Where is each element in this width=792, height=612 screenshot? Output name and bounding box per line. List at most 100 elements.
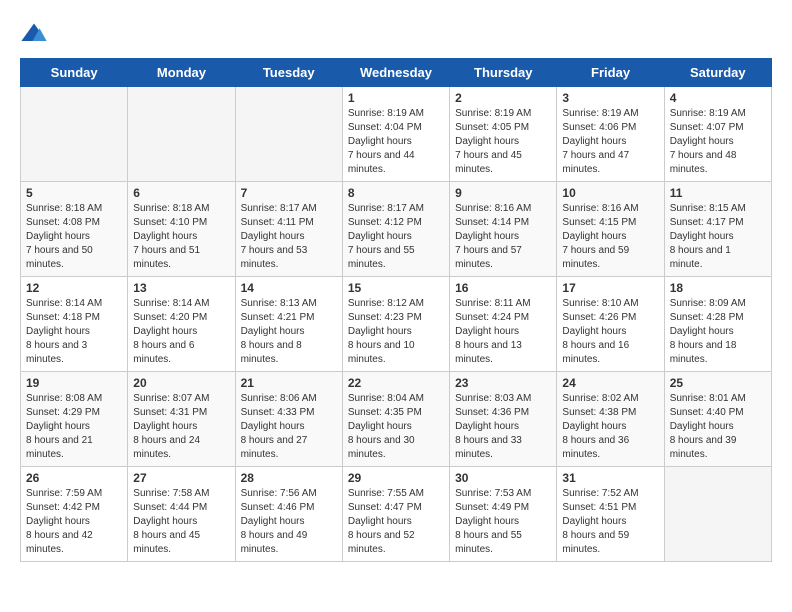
day-info: Sunrise: 8:18 AMSunset: 4:08 PMDaylight … xyxy=(26,202,122,272)
day-number: 14 xyxy=(241,281,337,295)
day-info: Sunrise: 8:15 AMSunset: 4:17 PMDaylight … xyxy=(670,202,766,272)
day-number: 12 xyxy=(26,281,122,295)
day-info: Sunrise: 8:18 AMSunset: 4:10 PMDaylight … xyxy=(133,202,229,272)
calendar-cell: 27Sunrise: 7:58 AMSunset: 4:44 PMDayligh… xyxy=(128,467,235,562)
day-number: 9 xyxy=(455,186,551,200)
calendar-week-5: 26 Sunrise: 7:59 AMSunset: 4:42 PMDayligh… xyxy=(21,467,772,562)
day-info: Sunrise: 8:12 AMSunset: 4:23 PMDaylight … xyxy=(348,297,444,367)
calendar-cell: 2 Sunrise: 8:19 AMSunset: 4:05 PMDaylight… xyxy=(450,87,557,182)
weekday-header-thursday: Thursday xyxy=(450,59,557,87)
calendar-cell: 14 Sunrise: 8:13 AMSunset: 4:21 PMDayligh… xyxy=(235,277,342,372)
day-number: 4 xyxy=(670,91,766,105)
calendar-cell xyxy=(664,467,771,562)
weekday-header-sunday: Sunday xyxy=(21,59,128,87)
calendar-cell: 16Sunrise: 8:11 AMSunset: 4:24 PMDayligh… xyxy=(450,277,557,372)
day-number: 31 xyxy=(562,471,658,485)
day-info: Sunrise: 8:19 AMSunset: 4:07 PMDaylight … xyxy=(670,107,766,177)
calendar-week-3: 12 Sunrise: 8:14 AMSunset: 4:18 PMDayligh… xyxy=(21,277,772,372)
day-info: Sunrise: 8:17 AMSunset: 4:11 PMDaylight … xyxy=(241,202,337,272)
day-info: Sunrise: 8:02 AMSunset: 4:38 PMDaylight … xyxy=(562,392,658,462)
calendar-week-2: 5 Sunrise: 8:18 AMSunset: 4:08 PMDaylight… xyxy=(21,182,772,277)
day-info: Sunrise: 8:10 AMSunset: 4:26 PMDaylight … xyxy=(562,297,658,367)
day-info: Sunrise: 8:14 AMSunset: 4:18 PMDaylight … xyxy=(26,297,122,367)
day-info: Sunrise: 8:17 AMSunset: 4:12 PMDaylight … xyxy=(348,202,444,272)
logo-icon xyxy=(20,20,48,48)
day-info: Sunrise: 8:09 AMSunset: 4:28 PMDaylight … xyxy=(670,297,766,367)
day-number: 3 xyxy=(562,91,658,105)
day-number: 28 xyxy=(241,471,337,485)
day-number: 25 xyxy=(670,376,766,390)
logo xyxy=(20,20,52,48)
page-header xyxy=(20,20,772,48)
weekday-header-saturday: Saturday xyxy=(664,59,771,87)
weekday-header-tuesday: Tuesday xyxy=(235,59,342,87)
calendar-cell xyxy=(21,87,128,182)
calendar-cell: 23Sunrise: 8:03 AMSunset: 4:36 PMDayligh… xyxy=(450,372,557,467)
calendar-cell: 17 Sunrise: 8:10 AMSunset: 4:26 PMDayligh… xyxy=(557,277,664,372)
calendar-week-4: 19 Sunrise: 8:08 AMSunset: 4:29 PMDayligh… xyxy=(21,372,772,467)
calendar-cell xyxy=(235,87,342,182)
calendar-cell: 18 Sunrise: 8:09 AMSunset: 4:28 PMDayligh… xyxy=(664,277,771,372)
calendar-cell: 3 Sunrise: 8:19 AMSunset: 4:06 PMDaylight… xyxy=(557,87,664,182)
day-number: 20 xyxy=(133,376,229,390)
calendar-cell: 10Sunrise: 8:16 AMSunset: 4:15 PMDayligh… xyxy=(557,182,664,277)
day-number: 8 xyxy=(348,186,444,200)
calendar-cell: 11 Sunrise: 8:15 AMSunset: 4:17 PMDayligh… xyxy=(664,182,771,277)
day-info: Sunrise: 8:06 AMSunset: 4:33 PMDaylight … xyxy=(241,392,337,462)
day-number: 26 xyxy=(26,471,122,485)
day-number: 13 xyxy=(133,281,229,295)
day-info: Sunrise: 7:56 AMSunset: 4:46 PMDaylight … xyxy=(241,487,337,557)
calendar-cell: 6 Sunrise: 8:18 AMSunset: 4:10 PMDaylight… xyxy=(128,182,235,277)
day-info: Sunrise: 8:19 AMSunset: 4:05 PMDaylight … xyxy=(455,107,551,177)
day-info: Sunrise: 8:01 AMSunset: 4:40 PMDaylight … xyxy=(670,392,766,462)
day-info: Sunrise: 8:03 AMSunset: 4:36 PMDaylight … xyxy=(455,392,551,462)
calendar-cell: 9 Sunrise: 8:16 AMSunset: 4:14 PMDaylight… xyxy=(450,182,557,277)
calendar-cell xyxy=(128,87,235,182)
calendar-week-1: 1 Sunrise: 8:19 AMSunset: 4:04 PMDaylight… xyxy=(21,87,772,182)
day-info: Sunrise: 8:19 AMSunset: 4:06 PMDaylight … xyxy=(562,107,658,177)
day-info: Sunrise: 8:16 AMSunset: 4:14 PMDaylight … xyxy=(455,202,551,272)
day-number: 1 xyxy=(348,91,444,105)
day-number: 19 xyxy=(26,376,122,390)
day-info: Sunrise: 8:08 AMSunset: 4:29 PMDaylight … xyxy=(26,392,122,462)
day-number: 22 xyxy=(348,376,444,390)
day-number: 15 xyxy=(348,281,444,295)
day-info: Sunrise: 7:55 AMSunset: 4:47 PMDaylight … xyxy=(348,487,444,557)
day-info: Sunrise: 7:59 AMSunset: 4:42 PMDaylight … xyxy=(26,487,122,557)
day-number: 6 xyxy=(133,186,229,200)
day-info: Sunrise: 7:53 AMSunset: 4:49 PMDaylight … xyxy=(455,487,551,557)
calendar: SundayMondayTuesdayWednesdayThursdayFrid… xyxy=(20,58,772,562)
day-info: Sunrise: 7:52 AMSunset: 4:51 PMDaylight … xyxy=(562,487,658,557)
calendar-cell: 20 Sunrise: 8:07 AMSunset: 4:31 PMDayligh… xyxy=(128,372,235,467)
day-number: 16 xyxy=(455,281,551,295)
calendar-cell: 19 Sunrise: 8:08 AMSunset: 4:29 PMDayligh… xyxy=(21,372,128,467)
calendar-cell: 28 Sunrise: 7:56 AMSunset: 4:46 PMDayligh… xyxy=(235,467,342,562)
calendar-cell: 25 Sunrise: 8:01 AMSunset: 4:40 PMDayligh… xyxy=(664,372,771,467)
day-info: Sunrise: 8:19 AMSunset: 4:04 PMDaylight … xyxy=(348,107,444,177)
day-number: 17 xyxy=(562,281,658,295)
calendar-cell: 15 Sunrise: 8:12 AMSunset: 4:23 PMDayligh… xyxy=(342,277,449,372)
calendar-cell: 5 Sunrise: 8:18 AMSunset: 4:08 PMDaylight… xyxy=(21,182,128,277)
calendar-cell: 31 Sunrise: 7:52 AMSunset: 4:51 PMDayligh… xyxy=(557,467,664,562)
weekday-header-monday: Monday xyxy=(128,59,235,87)
day-info: Sunrise: 8:13 AMSunset: 4:21 PMDaylight … xyxy=(241,297,337,367)
day-number: 5 xyxy=(26,186,122,200)
day-number: 11 xyxy=(670,186,766,200)
weekday-header-friday: Friday xyxy=(557,59,664,87)
day-info: Sunrise: 7:58 AMSunset: 4:44 PMDaylight … xyxy=(133,487,229,557)
day-number: 18 xyxy=(670,281,766,295)
day-number: 2 xyxy=(455,91,551,105)
calendar-header-row: SundayMondayTuesdayWednesdayThursdayFrid… xyxy=(21,59,772,87)
day-info: Sunrise: 8:14 AMSunset: 4:20 PMDaylight … xyxy=(133,297,229,367)
calendar-cell: 8 Sunrise: 8:17 AMSunset: 4:12 PMDaylight… xyxy=(342,182,449,277)
calendar-cell: 13 Sunrise: 8:14 AMSunset: 4:20 PMDayligh… xyxy=(128,277,235,372)
calendar-cell: 22Sunrise: 8:04 AMSunset: 4:35 PMDayligh… xyxy=(342,372,449,467)
calendar-cell: 30Sunrise: 7:53 AMSunset: 4:49 PMDayligh… xyxy=(450,467,557,562)
day-info: Sunrise: 8:16 AMSunset: 4:15 PMDaylight … xyxy=(562,202,658,272)
day-number: 29 xyxy=(348,471,444,485)
calendar-cell: 7Sunrise: 8:17 AMSunset: 4:11 PMDaylight… xyxy=(235,182,342,277)
calendar-cell: 26 Sunrise: 7:59 AMSunset: 4:42 PMDayligh… xyxy=(21,467,128,562)
day-info: Sunrise: 8:07 AMSunset: 4:31 PMDaylight … xyxy=(133,392,229,462)
calendar-cell: 1 Sunrise: 8:19 AMSunset: 4:04 PMDaylight… xyxy=(342,87,449,182)
weekday-header-wednesday: Wednesday xyxy=(342,59,449,87)
